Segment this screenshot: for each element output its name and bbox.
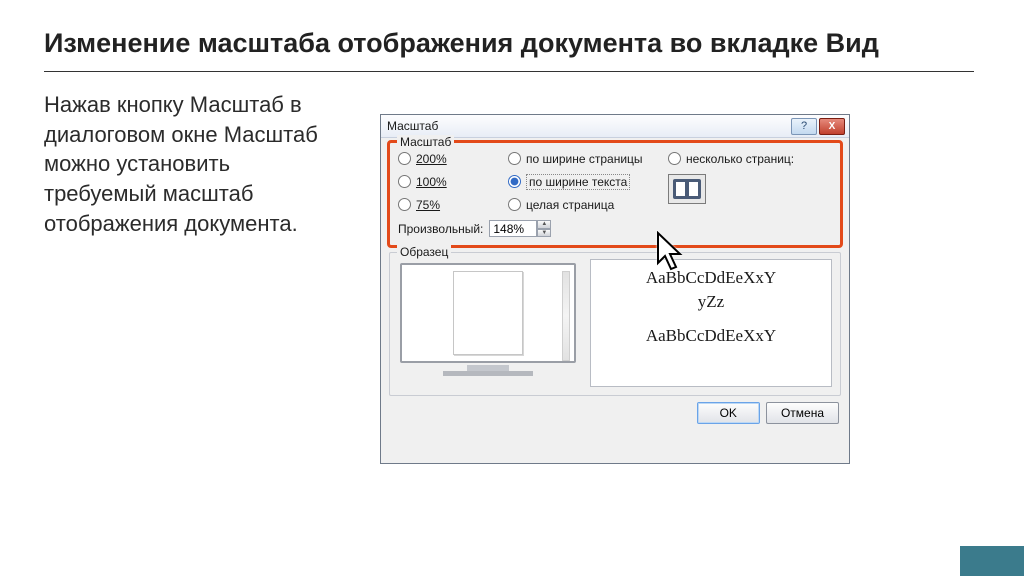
sample-text: AaBbCcDdEeXxY [595, 268, 827, 288]
body-description: Нажав кнопку Масштаб в диалоговом окне М… [44, 90, 344, 238]
zoom-dialog: Масштаб ? X Масштаб 200% 100% 75% по шир… [380, 114, 850, 464]
sample-group: Образец AaBbCcDdEeXxY yZz AaBbCcDdEeXxY [389, 252, 841, 396]
sample-text-pane: AaBbCcDdEeXxY yZz AaBbCcDdEeXxY [590, 259, 832, 387]
help-button[interactable]: ? [791, 118, 817, 135]
custom-zoom-input[interactable] [489, 220, 537, 237]
monitor-preview-icon [398, 263, 578, 381]
cancel-button[interactable]: Отмена [766, 402, 839, 424]
slide-title: Изменение масштаба отображения документа… [0, 0, 1024, 71]
zoom-group-legend: Масштаб [397, 135, 454, 149]
ok-button[interactable]: OK [697, 402, 760, 424]
sample-text: AaBbCcDdEeXxY [595, 326, 827, 346]
many-pages-picker-icon[interactable] [668, 174, 706, 204]
close-button[interactable]: X [819, 118, 845, 135]
custom-zoom-spinner[interactable]: ▲ ▼ [489, 220, 551, 237]
zoom-radio-100[interactable]: 100% [398, 172, 508, 191]
zoom-radio-many-pages[interactable]: несколько страниц: [668, 149, 832, 168]
zoom-radio-text-width[interactable]: по ширине текста [508, 172, 668, 191]
zoom-radio-200[interactable]: 200% [398, 149, 508, 168]
zoom-radio-whole-page[interactable]: целая страница [508, 195, 668, 214]
corner-accent [960, 546, 1024, 576]
zoom-radio-75[interactable]: 75% [398, 195, 508, 214]
zoom-radio-page-width[interactable]: по ширине страницы [508, 149, 668, 168]
sample-group-legend: Образец [397, 245, 451, 259]
spin-up-icon[interactable]: ▲ [537, 220, 551, 229]
spin-down-icon[interactable]: ▼ [537, 229, 551, 238]
sample-text: yZz [595, 292, 827, 312]
title-rule [44, 71, 974, 72]
zoom-group: Масштаб 200% 100% 75% по ширине страницы… [389, 142, 841, 246]
custom-zoom-label: Произвольный: [398, 222, 483, 236]
dialog-title: Масштаб [387, 119, 438, 133]
